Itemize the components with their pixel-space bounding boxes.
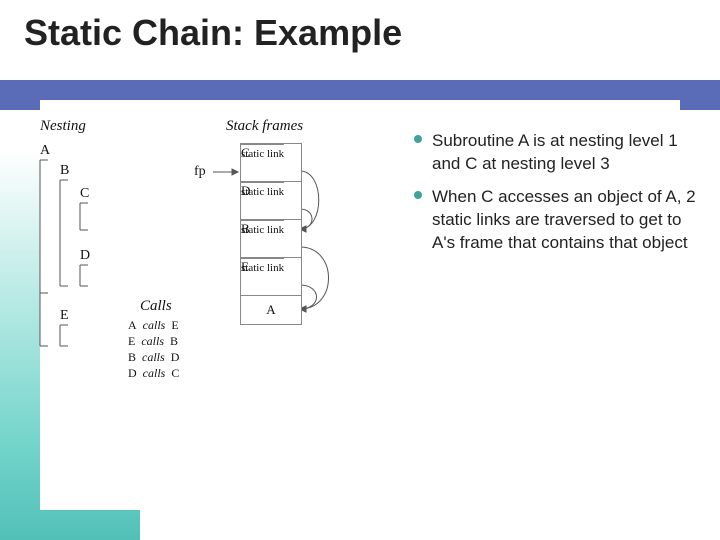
calls-row: A calls E [128,318,179,333]
calls-heading: Calls [140,298,172,315]
calls-verb: calls [143,366,166,380]
calls-caller: D [128,366,137,380]
calls-verb: calls [142,350,165,364]
nesting-bracket-lines [40,118,400,468]
stack-frame-D: D static link [240,181,302,221]
calls-callee: C [171,366,179,380]
calls-row: B calls D [128,350,179,365]
calls-row: E calls B [128,334,178,349]
calls-row: D calls C [128,366,179,381]
stack-frame-link: static link [241,144,284,164]
stack-frame-link: static link [241,220,284,240]
stack-frame-link: static link [241,258,284,278]
fp-label: fp [194,164,206,180]
calls-caller: B [128,350,136,364]
static-chain-diagram: Nesting Stack frames A B C D E [40,118,400,468]
bullet-list: Subroutine A is at nesting level 1 and C… [410,130,700,265]
bullet-item: When C accesses an object of A, 2 static… [410,186,700,255]
bullet-item: Subroutine A is at nesting level 1 and C… [410,130,700,176]
stack-frame-link: static link [241,182,284,202]
calls-callee: D [171,350,180,364]
calls-caller: A [128,318,137,332]
stack-frame-name: A [266,301,275,319]
slide: Static Chain: Example Subroutine A is at… [0,0,720,540]
calls-verb: calls [141,334,164,348]
stack-frame-B: B static link [240,219,302,259]
calls-callee: E [171,318,178,332]
stack-frame-E: E static link [240,257,302,297]
calls-callee: B [170,334,178,348]
stack-frame-A: A [240,295,302,325]
page-title: Static Chain: Example [24,12,402,54]
calls-caller: E [128,334,135,348]
calls-verb: calls [143,318,166,332]
stack-frame-C: C static link [240,143,302,183]
